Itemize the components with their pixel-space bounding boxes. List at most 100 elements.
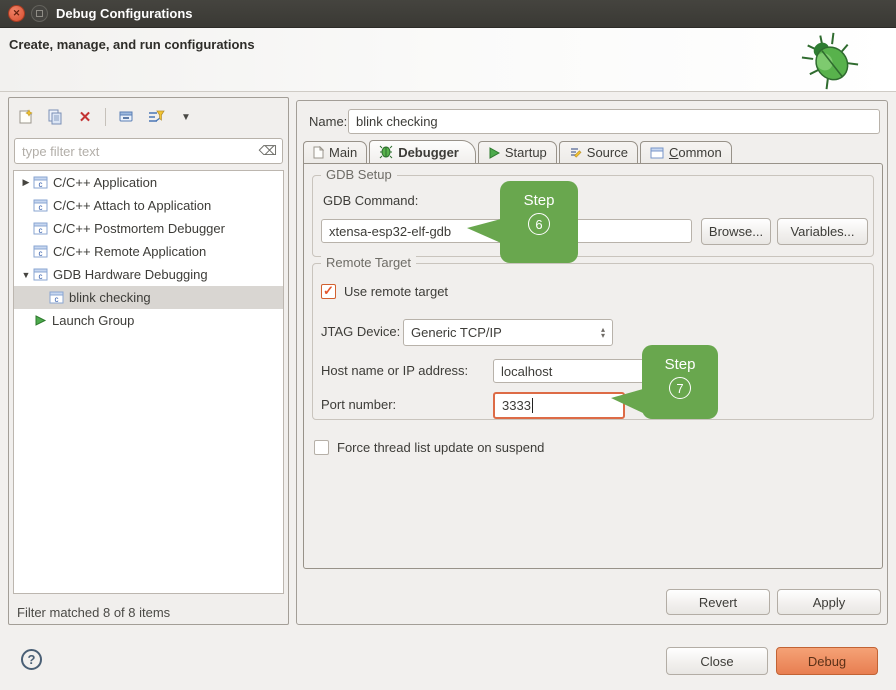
source-icon <box>569 146 582 159</box>
tab-startup[interactable]: Startup <box>478 141 557 163</box>
filter-status-text: Filter matched 8 of 8 items <box>17 605 170 620</box>
close-window-icon[interactable]: ✕ <box>8 5 25 22</box>
jtag-device-select[interactable]: Generic TCP/IP ▴▾ <box>403 319 613 346</box>
c-app-icon: c <box>33 268 48 281</box>
tree-item-label: C/C++ Remote Application <box>53 244 206 259</box>
help-button[interactable]: ? <box>21 649 42 670</box>
c-app-icon: c <box>49 291 64 304</box>
force-thread-checkbox[interactable] <box>314 440 329 455</box>
duplicate-configuration-icon[interactable] <box>45 107 65 127</box>
tab-debugger[interactable]: Debugger <box>369 140 476 163</box>
remote-target-group-label: Remote Target <box>321 255 416 270</box>
configuration-editor-panel: Name: Main Debugger Startup Source <box>296 100 888 625</box>
configurations-toolbar: ✕ ▼ <box>15 103 196 131</box>
tab-main[interactable]: Main <box>303 141 367 163</box>
jtag-device-value: Generic TCP/IP <box>411 325 595 340</box>
c-app-icon: c <box>33 199 48 212</box>
window-title: Debug Configurations <box>56 0 193 28</box>
callout-tail-icon <box>467 219 501 243</box>
callout-tail-icon <box>611 389 643 413</box>
tree-item-launch-group[interactable]: Launch Group <box>14 309 283 332</box>
tree-item-cpp-remote[interactable]: c C/C++ Remote Application <box>14 240 283 263</box>
new-configuration-icon[interactable] <box>15 107 35 127</box>
port-label: Port number: <box>321 397 396 412</box>
svg-text:c: c <box>39 226 43 235</box>
tree-item-cpp-attach[interactable]: c C/C++ Attach to Application <box>14 194 283 217</box>
port-input[interactable]: 3333 <box>493 392 625 419</box>
tab-label: Common <box>669 145 722 160</box>
title-bar: ✕ Debug Configurations <box>0 0 896 28</box>
gdb-setup-group-label: GDB Setup <box>321 167 397 182</box>
step-7-callout: Step 7 <box>642 345 718 419</box>
tree-item-label: Launch Group <box>52 313 134 328</box>
dialog-header: Create, manage, and run configurations <box>0 28 896 92</box>
debug-bug-icon <box>798 31 862 91</box>
step-text: Step <box>665 356 696 373</box>
tree-item-cpp-postmortem[interactable]: c C/C++ Postmortem Debugger <box>14 217 283 240</box>
tab-label: Main <box>329 145 357 160</box>
force-thread-label: Force thread list update on suspend <box>337 440 544 455</box>
host-input[interactable] <box>493 359 659 383</box>
c-app-icon: c <box>33 245 48 258</box>
svg-text:c: c <box>39 180 43 189</box>
tab-source[interactable]: Source <box>559 141 638 163</box>
step-6-callout: Step 6 <box>500 181 578 263</box>
port-value: 3333 <box>502 398 531 413</box>
svg-text:c: c <box>39 249 43 258</box>
editor-tabs: Main Debugger Startup Source Common <box>303 141 734 163</box>
bug-icon <box>379 145 393 159</box>
spinner-icon: ▴▾ <box>595 327 605 339</box>
text-cursor <box>532 398 533 413</box>
maximize-window-icon[interactable] <box>31 5 48 22</box>
debug-button[interactable]: Debug <box>776 647 878 675</box>
gdb-command-label: GDB Command: <box>323 193 418 208</box>
menu-dropdown-icon[interactable]: ▼ <box>176 107 196 127</box>
clear-filter-icon[interactable]: ⌫ <box>259 143 277 159</box>
svg-text:c: c <box>55 295 59 304</box>
configurations-tree: ▶ c C/C++ Application c C/C++ Attach to … <box>13 170 284 594</box>
c-app-icon: c <box>33 222 48 235</box>
toolbar-separator <box>105 108 106 126</box>
tree-item-cpp-application[interactable]: ▶ c C/C++ Application <box>14 171 283 194</box>
gdb-setup-group: GDB Setup GDB Command: Browse... Variabl… <box>312 175 874 257</box>
delete-configuration-icon[interactable]: ✕ <box>75 107 95 127</box>
tree-item-label: C/C++ Postmortem Debugger <box>53 221 225 236</box>
use-remote-target-label: Use remote target <box>344 284 448 299</box>
tree-item-label: GDB Hardware Debugging <box>53 267 208 282</box>
tab-common[interactable]: Common <box>640 141 732 163</box>
revert-button[interactable]: Revert <box>666 589 770 615</box>
expander-collapsed-icon[interactable]: ▶ <box>19 177 33 188</box>
apply-button[interactable]: Apply <box>777 589 881 615</box>
collapse-all-icon[interactable] <box>116 107 136 127</box>
svg-text:c: c <box>39 272 43 281</box>
close-button[interactable]: Close <box>666 647 768 675</box>
step-number: 7 <box>669 377 691 399</box>
dialog-subtitle: Create, manage, and run configurations <box>9 37 255 52</box>
jtag-device-label: JTAG Device: <box>321 324 400 339</box>
expander-expanded-icon[interactable]: ▼ <box>19 270 33 280</box>
browse-button[interactable]: Browse... <box>701 218 771 245</box>
debugger-tab-content: GDB Setup GDB Command: Browse... Variabl… <box>303 163 883 569</box>
svg-text:c: c <box>39 203 43 212</box>
step-number: 6 <box>528 213 550 235</box>
host-label: Host name or IP address: <box>321 363 468 378</box>
configurations-panel: ✕ ▼ ⌫ ▶ c C/C++ Application c C/C++ <box>8 97 289 625</box>
step-text: Step <box>524 192 555 209</box>
tab-label: Startup <box>505 145 547 160</box>
tree-item-label: C/C++ Attach to Application <box>53 198 211 213</box>
tree-item-gdb-hardware[interactable]: ▼ c GDB Hardware Debugging <box>14 263 283 286</box>
tree-item-blink-checking[interactable]: c blink checking <box>14 286 283 309</box>
name-input[interactable] <box>348 109 880 134</box>
use-remote-target-checkbox[interactable] <box>321 284 336 299</box>
filter-configurations-icon[interactable] <box>146 107 166 127</box>
debug-configurations-dialog: ✕ Debug Configurations Create, manage, a… <box>0 0 896 690</box>
page-icon <box>313 146 324 159</box>
tab-label: Source <box>587 145 628 160</box>
window-icon <box>650 147 664 159</box>
launch-group-play-icon <box>33 314 47 327</box>
tree-item-label: C/C++ Application <box>53 175 157 190</box>
tree-item-label: blink checking <box>69 290 151 305</box>
filter-input[interactable] <box>14 138 283 164</box>
play-icon <box>488 147 500 159</box>
variables-button[interactable]: Variables... <box>777 218 868 245</box>
